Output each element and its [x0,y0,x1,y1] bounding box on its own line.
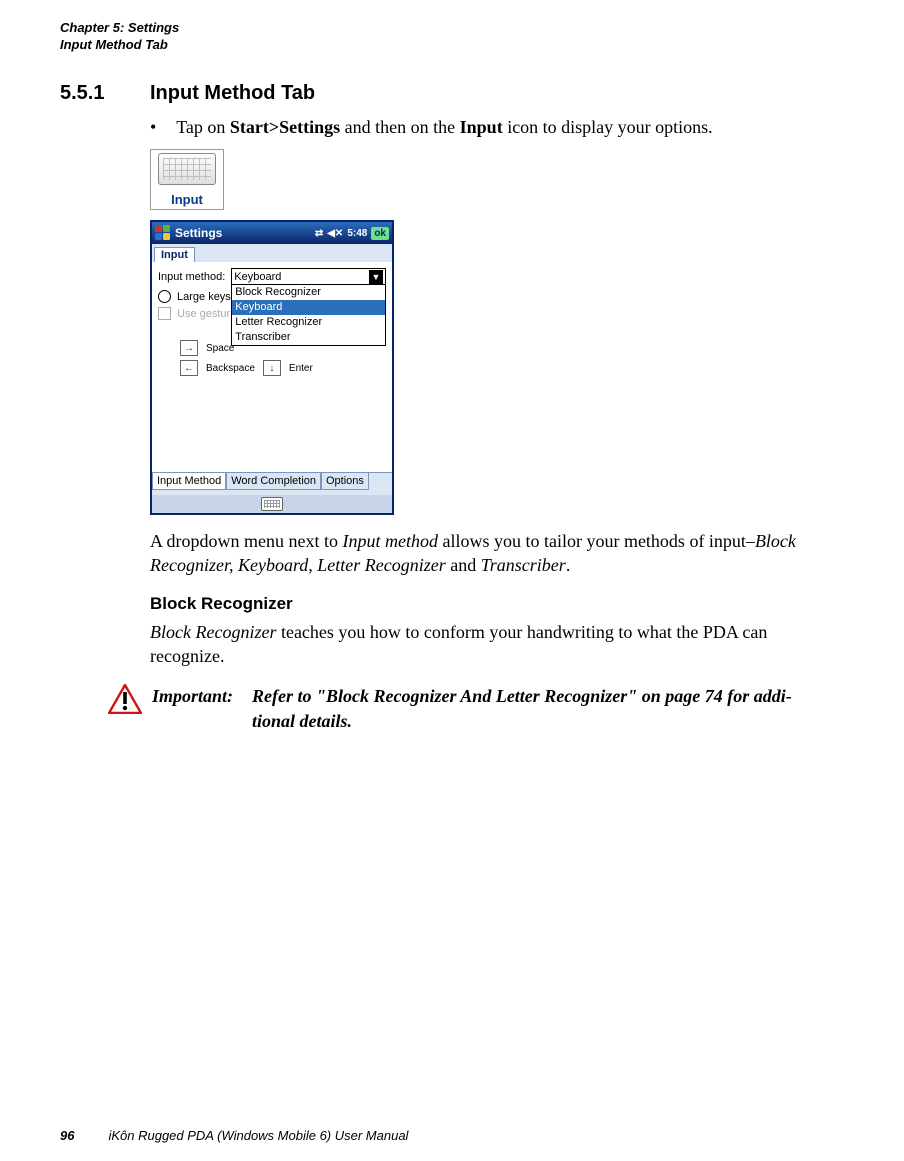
input-method-row: Input method: Keyboard ▼ Block Recognize… [158,268,386,286]
tab-word-completion[interactable]: Word Completion [226,473,321,490]
large-keys-radio[interactable] [158,290,171,303]
tab-input-method[interactable]: Input Method [152,473,226,490]
p1-mid1: allows you to tailor your methods of inp… [438,531,755,551]
bottom-tabstrip: Input Method Word Completion Options [152,472,392,495]
keyboard-icon [158,153,216,185]
dropdown-selected: Keyboard [234,271,281,283]
large-keys-label: Large keys [177,291,231,303]
dropdown-option[interactable]: Block Recognizer [232,285,385,300]
dropdown-option[interactable]: Transcriber [232,330,385,345]
bullet-bold-2: Input [460,117,503,137]
start-flag-icon[interactable] [155,225,171,241]
bullet-text-post: icon to display your options. [503,117,713,137]
p1-it3: Transcriber [481,555,566,575]
manual-title: iKôn Rugged PDA (Windows Mobile 6) User … [108,1128,408,1143]
settings-panel: Input method: Keyboard ▼ Block Recognize… [152,262,392,472]
bullet-text-mid: and then on the [340,117,459,137]
tab-options[interactable]: Options [321,473,369,490]
running-head: Chapter 5: Settings Input Method Tab [60,20,844,54]
paragraph-dropdown-menu: A dropdown menu next to Input method all… [150,529,844,578]
bullet-marker: • [150,115,172,139]
callout-text: Important:Refer to "Block Recognizer And… [152,684,792,733]
arrow-right-icon: → [180,340,198,356]
device-screenshot: Settings ⇄ ◀✕ 5:48 ok Input Input method… [150,220,394,515]
dropdown-list: Block Recognizer Keyboard Letter Recogni… [231,284,386,346]
gesture-backspace-label: Backspace [206,363,255,374]
arrow-left-icon: ← [180,360,198,376]
dropdown-option[interactable]: Letter Recognizer [232,315,385,330]
section-title: Input Method Tab [150,82,315,105]
sound-icon[interactable]: ◀✕ [327,228,343,239]
window-title: Settings [175,226,315,240]
running-head-line1: Chapter 5: Settings [60,20,844,37]
p1-pre: A dropdown menu next to [150,531,342,551]
p1-it1: Input method [342,531,437,551]
sip-keyboard-icon[interactable] [261,497,283,511]
bullet-bold-1: Start>Settings [230,117,340,137]
important-callout: Important:Refer to "Block Recognizer And… [108,684,844,733]
running-head-line2: Input Method Tab [60,37,844,54]
chevron-down-icon[interactable]: ▼ [369,270,383,284]
tab-input[interactable]: Input [154,247,195,262]
ok-button[interactable]: ok [371,227,389,240]
page: Chapter 5: Settings Input Method Tab 5.5… [0,0,904,1161]
gesture-space-label: Space [206,343,234,354]
body-indent: • Tap on Start>Settings and then on the … [150,115,844,668]
status-icons: ⇄ ◀✕ 5:48 ok [315,227,389,240]
p1-post: . [566,555,571,575]
input-method-dropdown[interactable]: Keyboard ▼ Block Recognizer Keyboard Let… [231,268,386,286]
connectivity-icon[interactable]: ⇄ [315,228,323,239]
subhead-block-recognizer: Block Recognizer [150,594,844,614]
dropdown-option-selected[interactable]: Keyboard [232,300,385,315]
bullet-text-pre: Tap on [176,117,230,137]
input-method-label: Input method: [158,271,225,283]
top-tabstrip: Input [152,244,392,262]
callout-label: Important: [152,684,252,708]
page-footer: 96 iKôn Rugged PDA (Windows Mobile 6) Us… [60,1128,408,1143]
paragraph-block-recognizer: Block Recognizer teaches you how to conf… [150,620,844,669]
gesture-enter-label: Enter [289,363,313,374]
arrow-down-icon: ↓ [263,360,281,376]
p2-it1: Block Recognizer [150,622,276,642]
section-heading: 5.5.1 Input Method Tab [60,82,844,105]
sip-bar [152,495,392,513]
clock-time: 5:48 [347,228,367,239]
callout-line2: tional details. [252,711,352,731]
window-titlebar: Settings ⇄ ◀✕ 5:48 ok [152,222,392,244]
input-icon-label: Input [151,192,223,207]
use-gestures-checkbox [158,307,171,320]
p1-mid2: and [446,555,481,575]
section-number: 5.5.1 [60,82,150,105]
input-icon-tile: Input [150,149,224,210]
callout-line1: Refer to "Block Recognizer And Letter Re… [252,686,792,706]
gesture-backspace-row: ← Backspace ↓ Enter [180,360,386,376]
warning-icon [108,684,142,733]
intro-bullet: • Tap on Start>Settings and then on the … [150,115,844,139]
page-number: 96 [60,1128,74,1143]
